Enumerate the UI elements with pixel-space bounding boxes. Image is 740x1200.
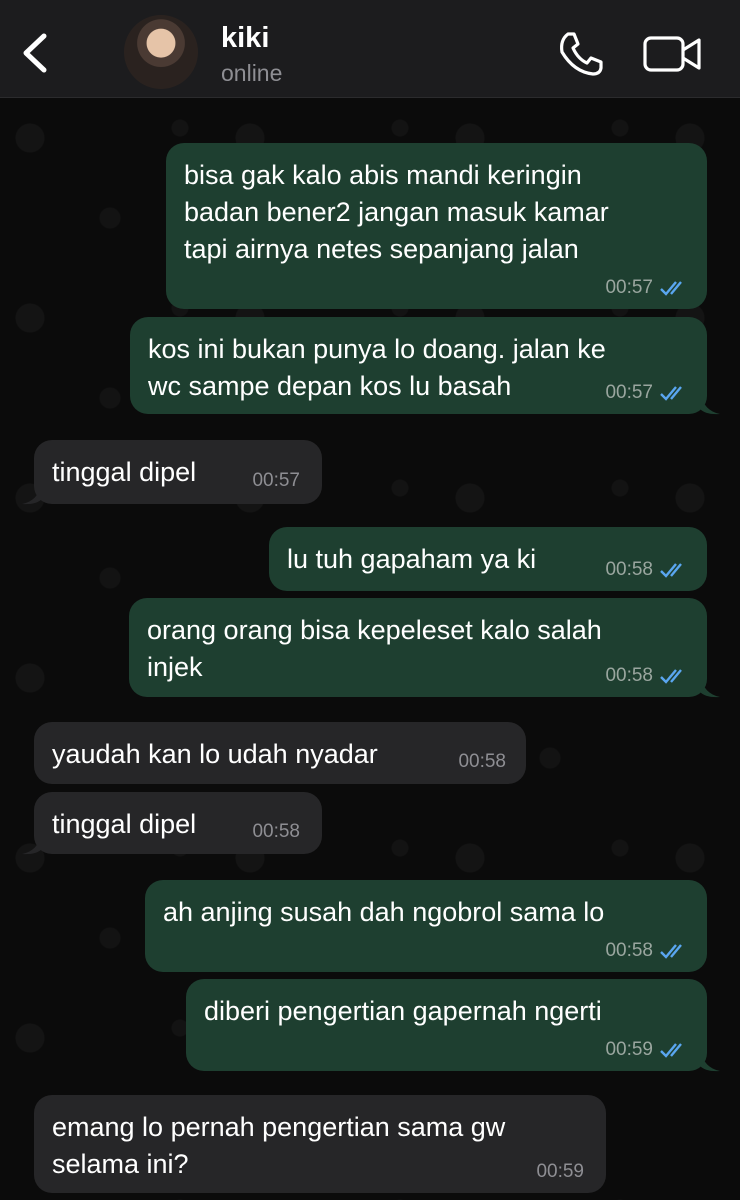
message-outgoing[interactable]: bisa gak kalo abis mandi keringin badan … bbox=[166, 143, 707, 309]
message-text: tinggal dipel bbox=[52, 457, 197, 487]
message-outgoing[interactable]: diberi pengertian gapernah ngerti 00:59 bbox=[186, 979, 707, 1071]
message-text: emang lo pernah pengertian sama gw selam… bbox=[52, 1112, 506, 1179]
bubble-tail bbox=[22, 483, 42, 505]
bubble-tail bbox=[22, 833, 42, 855]
message-outgoing[interactable]: lu tuh gapaham ya ki 00:58 bbox=[269, 527, 707, 591]
double-check-icon bbox=[660, 944, 682, 959]
phone-icon[interactable] bbox=[554, 28, 606, 80]
double-check-icon bbox=[660, 563, 682, 578]
message-incoming[interactable]: yaudah kan lo udah nyadar 00:58 bbox=[34, 722, 526, 784]
message-time: 00:59 bbox=[605, 1039, 653, 1060]
message-time: 00:58 bbox=[605, 665, 653, 686]
message-text: ah anjing susah dah ngobrol sama lo bbox=[163, 897, 605, 927]
double-check-icon bbox=[660, 669, 682, 684]
message-incoming[interactable]: emang lo pernah pengertian sama gw selam… bbox=[34, 1095, 606, 1193]
message-text: kos ini bukan punya lo doang. jalan ke w… bbox=[148, 334, 606, 401]
message-time: 00:57 bbox=[605, 277, 653, 298]
contact-name[interactable]: kiki bbox=[221, 22, 269, 55]
message-incoming[interactable]: tinggal dipel 00:57 bbox=[34, 440, 322, 504]
double-check-icon bbox=[660, 281, 682, 296]
message-incoming[interactable]: tinggal dipel 00:58 bbox=[34, 792, 322, 854]
message-text: orang orang bisa kepeleset kalo salah in… bbox=[147, 615, 602, 682]
bubble-tail bbox=[700, 676, 720, 698]
message-time: 00:58 bbox=[605, 940, 653, 961]
back-arrow-icon[interactable] bbox=[14, 28, 54, 78]
message-time: 00:59 bbox=[536, 1161, 584, 1182]
contact-status: online bbox=[221, 60, 283, 86]
double-check-icon bbox=[660, 386, 682, 401]
contact-avatar[interactable] bbox=[124, 15, 198, 89]
message-time: 00:57 bbox=[252, 470, 300, 491]
message-text: diberi pengertian gapernah ngerti bbox=[204, 996, 602, 1026]
bubble-tail bbox=[700, 393, 720, 415]
message-outgoing[interactable]: ah anjing susah dah ngobrol sama lo 00:5… bbox=[145, 880, 707, 972]
chat-header: kiki online bbox=[0, 0, 740, 98]
message-text: yaudah kan lo udah nyadar bbox=[52, 739, 378, 769]
message-time: 00:58 bbox=[458, 751, 506, 772]
message-time: 00:58 bbox=[605, 559, 653, 580]
message-time: 00:58 bbox=[252, 821, 300, 842]
message-text: tinggal dipel bbox=[52, 809, 197, 839]
message-text: bisa gak kalo abis mandi keringin badan … bbox=[184, 160, 609, 264]
message-text: lu tuh gapaham ya ki bbox=[287, 544, 537, 574]
video-camera-icon[interactable] bbox=[642, 32, 704, 76]
bubble-tail bbox=[700, 1050, 720, 1072]
message-outgoing[interactable]: orang orang bisa kepeleset kalo salah in… bbox=[129, 598, 707, 697]
message-time: 00:57 bbox=[605, 382, 653, 403]
message-outgoing[interactable]: kos ini bukan punya lo doang. jalan ke w… bbox=[130, 317, 707, 414]
double-check-icon bbox=[660, 1043, 682, 1058]
